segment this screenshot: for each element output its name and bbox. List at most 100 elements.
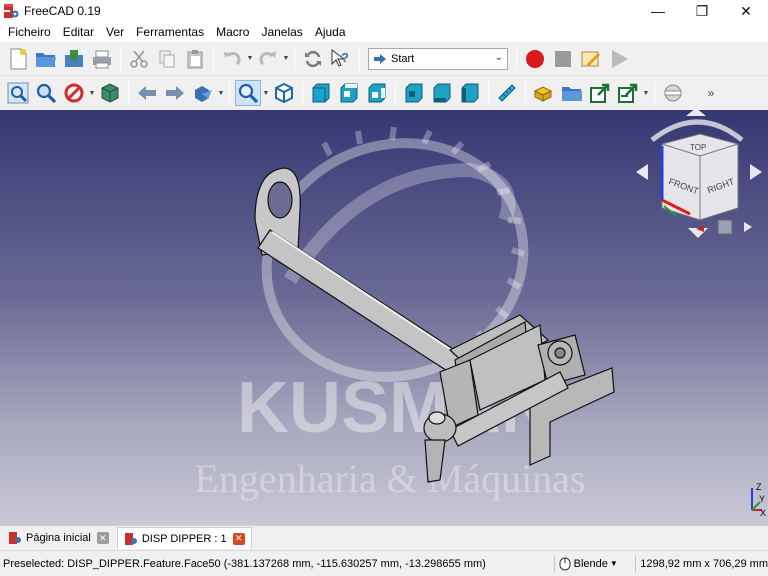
paste-button[interactable] xyxy=(182,46,208,72)
navigation-style-selector[interactable]: Blende ▼ xyxy=(559,557,632,571)
workbench-selector[interactable]: Start ⌄ xyxy=(368,47,508,70)
axis-label-z: Z xyxy=(756,482,762,492)
redo-button[interactable] xyxy=(255,46,281,72)
toolbar-separator xyxy=(294,46,295,71)
tab-close-icon[interactable]: ✕ xyxy=(232,532,245,545)
fit-all-button[interactable] xyxy=(5,80,31,106)
menu-editar[interactable]: Editar xyxy=(57,22,100,42)
refresh-button[interactable] xyxy=(300,46,326,72)
menu-macro[interactable]: Macro xyxy=(210,22,255,42)
navcube-face-top: TOP xyxy=(690,143,706,152)
macro-run-button[interactable] xyxy=(606,46,632,72)
freecad-logo-icon xyxy=(3,3,19,19)
link-actions-chevron-icon[interactable]: ▼ xyxy=(642,80,650,106)
toolbar-separator xyxy=(120,46,121,71)
forward-button[interactable] xyxy=(162,80,188,106)
toolbar-separator xyxy=(395,81,396,105)
print-button[interactable] xyxy=(89,46,115,72)
view-dimensions: 1298,92 mm x 706,29 mm xyxy=(640,557,768,570)
macro-record-button[interactable] xyxy=(522,46,548,72)
toolbar-separator xyxy=(654,81,655,105)
title-bar: FreeCAD 0.19 — ❐ ✕ xyxy=(0,0,768,22)
window-title: FreeCAD 0.19 xyxy=(24,4,101,18)
measure-button[interactable] xyxy=(494,80,520,106)
menu-ajuda[interactable]: Ajuda xyxy=(309,22,352,42)
undo-button[interactable] xyxy=(219,46,245,72)
tab-close-icon[interactable]: ✕ xyxy=(96,532,109,544)
status-separator xyxy=(553,554,555,573)
bounding-box-button[interactable] xyxy=(97,80,123,106)
macro-stop-button[interactable] xyxy=(550,46,576,72)
navigation-style-label: Blende xyxy=(573,557,608,570)
whats-this-button[interactable]: ? xyxy=(328,46,354,72)
undo-dropdown-chevron-icon[interactable]: ▼ xyxy=(246,46,254,72)
watermark-subtitle: Engenharia & Máquinas xyxy=(195,456,586,501)
minimize-button[interactable]: — xyxy=(636,0,680,22)
top-view-button[interactable] xyxy=(336,80,362,106)
close-button[interactable]: ✕ xyxy=(724,0,768,22)
mouse-icon xyxy=(559,557,571,570)
fit-selection-button[interactable] xyxy=(33,80,59,106)
view-toolbar: ▼ ▼ ▼ ▼ » xyxy=(0,76,768,110)
macro-edit-button[interactable] xyxy=(578,46,604,72)
tab-pagina-inicial[interactable]: Página inicial ✕ xyxy=(2,527,115,549)
toolbar-separator xyxy=(302,81,303,105)
create-link-button[interactable] xyxy=(587,80,613,106)
workbench-selector-label: Start xyxy=(391,52,415,65)
start-arrow-icon xyxy=(374,53,386,64)
axis-indicator: Z Y X xyxy=(751,482,766,518)
document-tabs: Página inicial ✕ DISP DIPPER : 1 ✕ xyxy=(0,525,768,549)
scene-canvas: KUSMAN Engenharia & Máquinas TOP FRONT R… xyxy=(195,110,766,518)
toolbar-separator xyxy=(525,81,526,105)
chevron-down-icon: ⌄ xyxy=(494,51,503,63)
section-plane-button[interactable] xyxy=(660,80,686,106)
menu-bar: Ficheiro Editar Ver Ferramentas Macro Ja… xyxy=(0,22,768,42)
right-view-button[interactable] xyxy=(364,80,390,106)
freecad-doc-icon xyxy=(124,532,137,545)
sync-view-button[interactable] xyxy=(190,80,216,106)
cut-button[interactable] xyxy=(126,46,152,72)
axis-label-x: X xyxy=(760,508,766,518)
menu-ficheiro[interactable]: Ficheiro xyxy=(2,22,57,42)
toolbar-separator xyxy=(516,46,517,71)
axis-label-y: Y xyxy=(759,494,765,504)
tab-disp-dipper[interactable]: DISP DIPPER : 1 ✕ xyxy=(116,527,252,549)
sync-view-chevron-icon[interactable]: ▼ xyxy=(217,80,225,106)
redo-dropdown-chevron-icon[interactable]: ▼ xyxy=(282,46,290,72)
toolbar-separator xyxy=(128,81,129,105)
open-folder-button[interactable] xyxy=(33,46,59,72)
chevron-down-icon: ▼ xyxy=(609,559,618,568)
left-view-button[interactable] xyxy=(457,80,483,106)
freecad-doc-icon xyxy=(9,532,21,544)
tab-label: DISP DIPPER : 1 xyxy=(141,532,227,545)
front-view-button[interactable] xyxy=(308,80,334,106)
main-toolbar: ▼ ▼ ? Start ⌄ xyxy=(0,42,768,76)
window-controls: — ❐ ✕ xyxy=(636,0,768,22)
bottom-view-button[interactable] xyxy=(429,80,455,106)
tab-label: Página inicial xyxy=(26,532,91,544)
maximize-button[interactable]: ❐ xyxy=(680,0,724,22)
create-group-button[interactable] xyxy=(559,80,585,106)
rear-view-button[interactable] xyxy=(401,80,427,106)
draw-style-button[interactable] xyxy=(61,80,87,106)
toolbar-overflow-button[interactable]: » xyxy=(707,80,715,106)
save-button[interactable] xyxy=(61,46,87,72)
navigation-cube: TOP FRONT RIGHT xyxy=(636,110,762,238)
status-bar: Preselected: DISP_DIPPER.Feature.Face50 … xyxy=(0,550,768,576)
menu-ferramentas[interactable]: Ferramentas xyxy=(130,22,210,42)
draw-style-chevron-icon[interactable]: ▼ xyxy=(88,80,96,106)
menu-ver[interactable]: Ver xyxy=(100,22,130,42)
toolbar-separator xyxy=(229,81,230,105)
zoom-chevron-icon[interactable]: ▼ xyxy=(262,80,270,106)
new-document-button[interactable] xyxy=(5,46,31,72)
toolbar-separator xyxy=(213,46,214,71)
link-actions-button[interactable] xyxy=(615,80,641,106)
preselection-status: Preselected: DISP_DIPPER.Feature.Face50 … xyxy=(3,557,486,570)
menu-janelas[interactable]: Janelas xyxy=(255,22,308,42)
copy-button[interactable] xyxy=(154,46,180,72)
zoom-button[interactable] xyxy=(235,80,261,106)
3d-viewport[interactable]: KUSMAN Engenharia & Máquinas TOP FRONT R… xyxy=(0,110,768,525)
isometric-view-button[interactable] xyxy=(271,80,297,106)
back-button[interactable] xyxy=(134,80,160,106)
create-part-button[interactable] xyxy=(531,80,557,106)
